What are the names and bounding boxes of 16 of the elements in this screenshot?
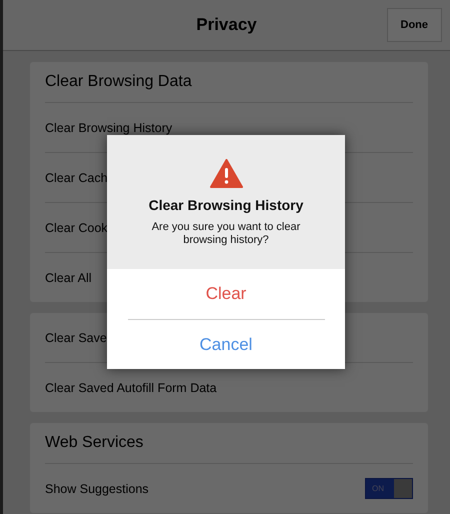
settings-row-label[interactable]: Clear Cach: [45, 170, 108, 184]
clear-button[interactable]: Clear: [128, 269, 324, 319]
screen-title: Privacy: [196, 15, 257, 35]
settings-row-label: Show Suggestions: [45, 482, 149, 496]
cancel-button[interactable]: Cancel: [128, 319, 324, 369]
settings-row-label[interactable]: Clear All: [45, 270, 92, 284]
settings-row-label[interactable]: Clear Browsing History: [45, 120, 172, 134]
settings-row-label[interactable]: Clear Cook: [45, 220, 108, 234]
settings-row-label[interactable]: Clear Save: [45, 330, 107, 344]
settings-row-label[interactable]: Clear Saved Autofill Form Data: [45, 380, 217, 394]
dialog-title: Clear Browsing History: [148, 197, 304, 213]
done-button[interactable]: Done: [386, 8, 442, 42]
section-header: Clear Browsing Data: [45, 73, 192, 91]
warning-icon: [210, 159, 242, 188]
section-header: Web Services: [45, 434, 144, 452]
dialog-message: Are you sure you want to clear browsing history?: [150, 221, 302, 247]
